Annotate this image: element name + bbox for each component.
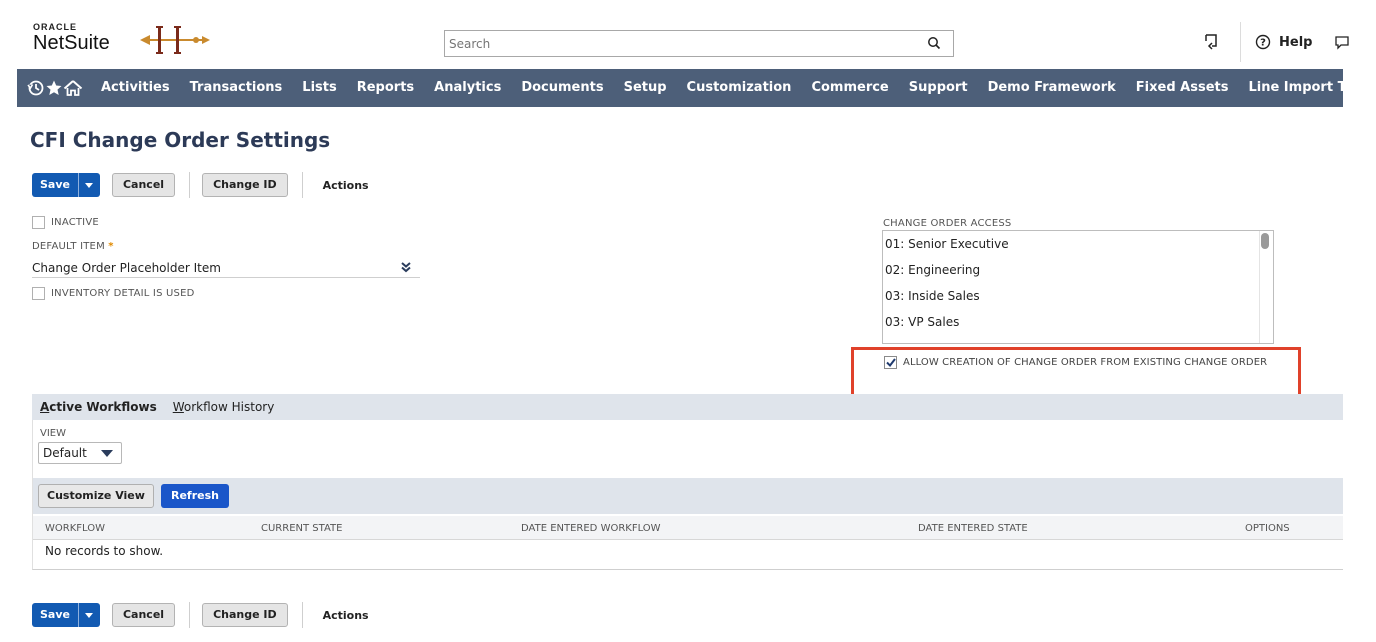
nav-analytics[interactable]: Analytics <box>424 69 511 107</box>
cancel-button[interactable]: Cancel <box>111 603 176 627</box>
recent-icon[interactable] <box>27 69 45 107</box>
default-item-label: DEFAULT ITEM * <box>32 241 114 252</box>
workflow-table-header: WORKFLOW CURRENT STATE DATE ENTERED WORK… <box>33 516 1343 540</box>
inventory-detail-label: INVENTORY DETAIL IS USED <box>51 288 195 299</box>
nav-customization[interactable]: Customization <box>677 69 802 107</box>
top-button-bar: Save Cancel Change ID Actions <box>32 172 369 198</box>
inactive-field: INACTIVE <box>32 216 99 229</box>
inventory-detail-field: INVENTORY DETAIL IS USED <box>32 287 195 300</box>
save-button-label: Save <box>40 178 70 191</box>
search-icon[interactable] <box>927 36 941 50</box>
access-option[interactable]: 03: VP Sales <box>883 309 1273 335</box>
actions-menu[interactable]: Actions <box>323 609 369 622</box>
tab-workflow-history[interactable]: Workflow History <box>164 394 283 420</box>
nav-setup[interactable]: Setup <box>614 69 677 107</box>
customize-view-button[interactable]: Customize View <box>38 484 154 508</box>
default-item-value: Change Order Placeholder Item <box>32 261 221 275</box>
logo-netsuite-text: NetSuite <box>33 32 110 54</box>
recent-records-icon[interactable] <box>1200 31 1222 53</box>
tab-label-rest: ctive Workflows <box>49 400 157 414</box>
nav-reports[interactable]: Reports <box>347 69 424 107</box>
help-label: Help <box>1279 34 1313 50</box>
default-item-label-text: DEFAULT ITEM <box>32 241 105 252</box>
global-header: ORACLE NetSuite ? H <box>0 0 1376 68</box>
save-dropdown-icon[interactable] <box>77 173 100 197</box>
help-icon: ? <box>1255 34 1271 50</box>
logo-oracle-text: ORACLE <box>33 22 77 32</box>
nav-activities[interactable]: Activities <box>91 69 180 107</box>
view-select-value: Default <box>43 446 87 460</box>
netsuite-logo[interactable]: ORACLE NetSuite <box>33 22 110 54</box>
save-dropdown-icon[interactable] <box>77 603 100 627</box>
nav-lists[interactable]: Lists <box>292 69 346 107</box>
button-divider <box>189 602 191 628</box>
tab-active-workflows[interactable]: Active Workflows <box>32 394 165 420</box>
change-id-button[interactable]: Change ID <box>202 603 288 627</box>
svg-text:?: ? <box>1260 38 1266 49</box>
column-header-options[interactable]: OPTIONS <box>1245 523 1290 534</box>
scrollbar-thumb[interactable] <box>1261 233 1269 249</box>
nav-menu: Activities Transactions Lists Reports An… <box>91 69 1376 107</box>
nav-transactions[interactable]: Transactions <box>180 69 293 107</box>
empty-table-message: No records to show. <box>45 544 164 558</box>
page-title: CFI Change Order Settings <box>30 128 331 152</box>
default-item-select[interactable]: Change Order Placeholder Item <box>32 260 420 278</box>
actions-menu[interactable]: Actions <box>323 179 369 192</box>
change-order-access-multiselect[interactable]: 01: Senior Executive 02: Engineering 03:… <box>882 230 1274 344</box>
change-id-button[interactable]: Change ID <box>202 173 288 197</box>
bottom-button-bar: Save Cancel Change ID Actions <box>32 602 369 628</box>
inventory-detail-checkbox[interactable] <box>32 287 45 300</box>
change-order-access-label: CHANGE ORDER ACCESS <box>883 218 1012 229</box>
column-header-date-entered-workflow[interactable]: DATE ENTERED WORKFLOW <box>521 523 661 534</box>
tab-label-rest: orkflow History <box>183 400 275 414</box>
required-marker: * <box>108 241 114 252</box>
tab-mnemonic: W <box>172 400 184 414</box>
inactive-checkbox[interactable] <box>32 216 45 229</box>
workflow-toolbar <box>33 478 1343 514</box>
save-button[interactable]: Save <box>32 603 100 627</box>
view-select[interactable]: Default <box>38 442 122 464</box>
help-link[interactable]: ? Help <box>1255 34 1312 50</box>
view-label: VIEW <box>40 428 66 439</box>
access-option[interactable]: 03: Inside Sales <box>883 283 1273 309</box>
cancel-button[interactable]: Cancel <box>111 173 176 197</box>
nav-demo-framework[interactable]: Demo Framework <box>978 69 1126 107</box>
workflow-tabs: Active Workflows Workflow History <box>32 394 283 420</box>
nav-fixed-assets[interactable]: Fixed Assets <box>1126 69 1239 107</box>
search-input[interactable] <box>445 31 915 56</box>
tab-mnemonic: A <box>40 400 50 414</box>
access-option[interactable]: 01: Senior Executive <box>883 231 1273 257</box>
feedback-icon[interactable] <box>1334 34 1350 50</box>
refresh-button[interactable]: Refresh <box>161 484 229 508</box>
column-header-current-state[interactable]: CURRENT STATE <box>261 523 342 534</box>
home-icon[interactable] <box>63 69 83 107</box>
nav-support[interactable]: Support <box>899 69 978 107</box>
nav-commerce[interactable]: Commerce <box>801 69 898 107</box>
annotation-highlight-box <box>851 347 1301 398</box>
nav-documents[interactable]: Documents <box>511 69 613 107</box>
nav-line-import-tool[interactable]: Line Import Tool <box>1238 69 1376 107</box>
column-header-date-entered-state[interactable]: DATE ENTERED STATE <box>918 523 1028 534</box>
save-button-label: Save <box>40 608 70 621</box>
inactive-label: INACTIVE <box>51 217 99 228</box>
global-search[interactable] <box>444 30 954 57</box>
access-option[interactable]: 02: Engineering <box>883 257 1273 283</box>
button-divider <box>189 172 191 198</box>
main-navigation: Activities Transactions Lists Reports An… <box>17 69 1367 107</box>
dropdown-arrow-icon <box>101 450 113 457</box>
save-button[interactable]: Save <box>32 173 100 197</box>
column-header-workflow[interactable]: WORKFLOW <box>45 523 105 534</box>
double-chevron-down-icon[interactable] <box>400 261 412 273</box>
header-utilities: ? Help <box>1200 22 1350 62</box>
company-logo-icon <box>140 26 210 54</box>
header-divider <box>1240 22 1241 62</box>
star-icon[interactable] <box>45 69 63 107</box>
button-divider <box>301 602 303 628</box>
button-divider <box>301 172 303 198</box>
